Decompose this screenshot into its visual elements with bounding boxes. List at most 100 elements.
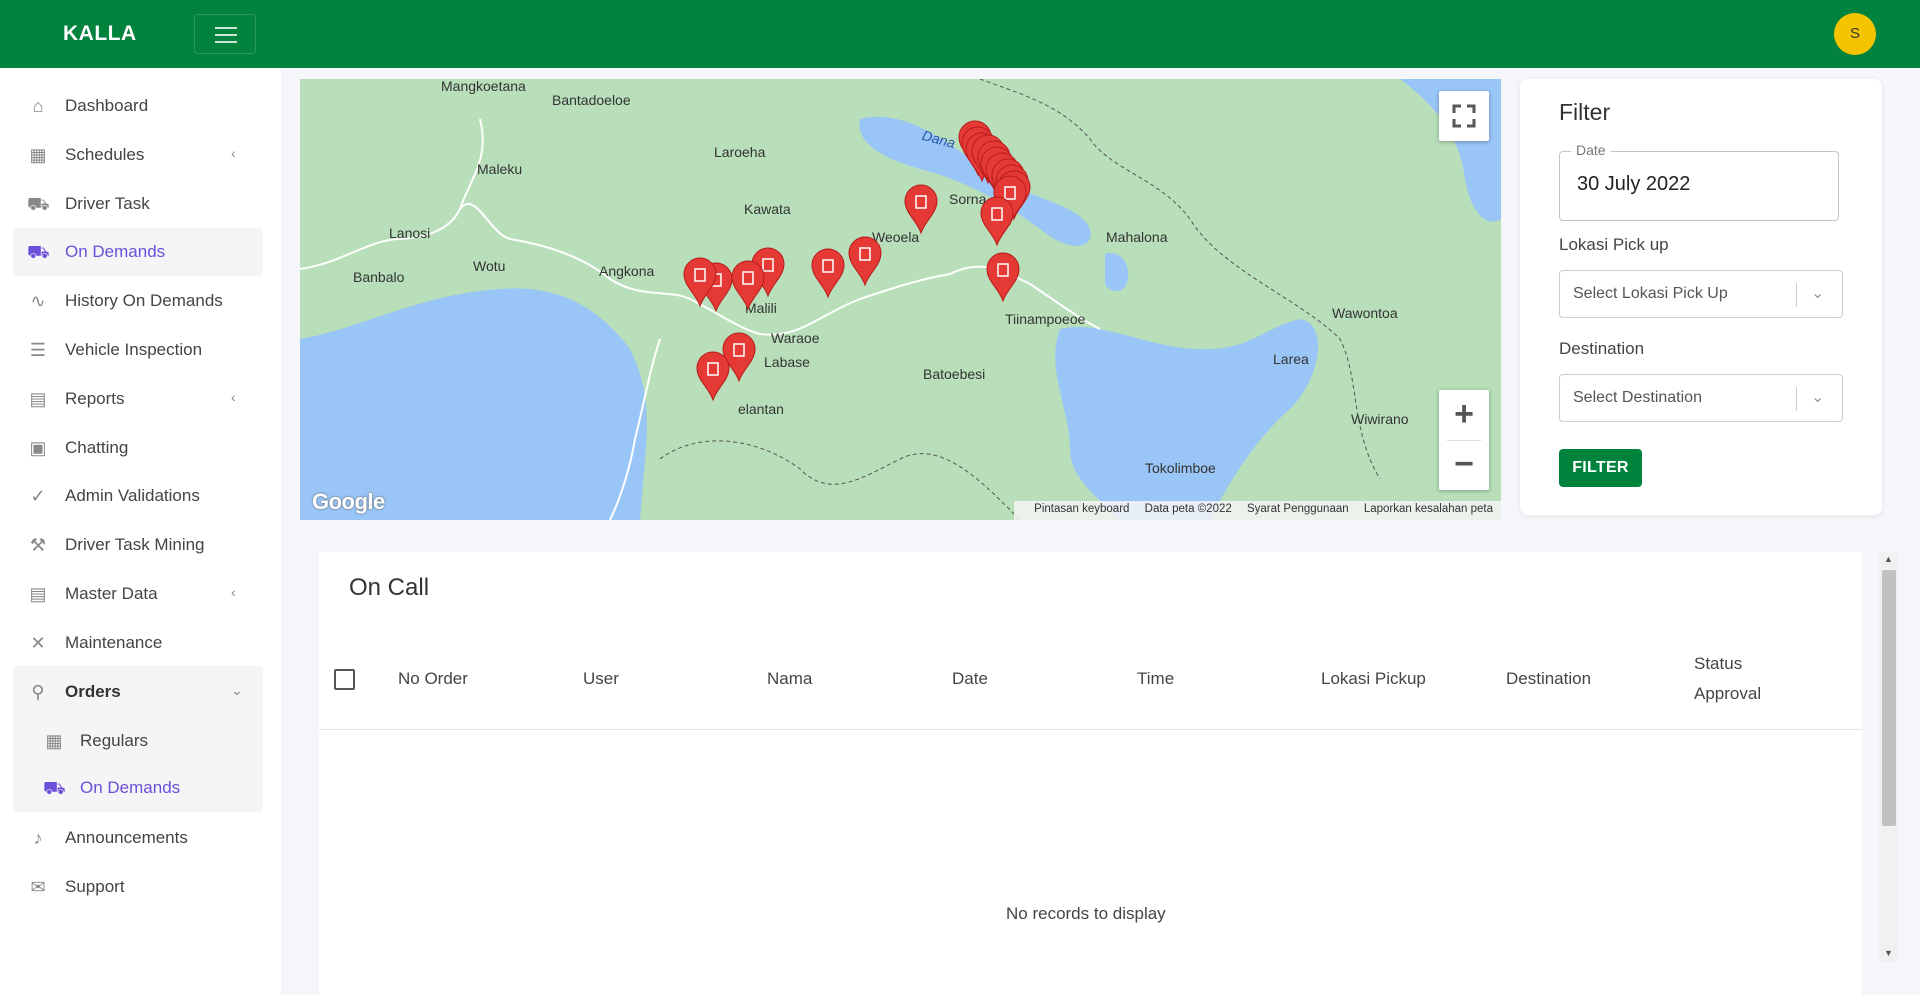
database-icon: ▤ [29, 584, 47, 604]
hammer-icon: ⚒ [29, 535, 47, 555]
destination-placeholder: Select Destination [1573, 389, 1702, 406]
on-call-panel: On Call No Order User Nama Date Time Lok… [319, 552, 1862, 995]
car-icon: ⛟ [43, 778, 66, 798]
sidebar-item-driver-task[interactable]: ⛟ Driver Task [13, 180, 263, 228]
on-call-title: On Call [349, 574, 430, 601]
bell-icon: ♪ [33, 828, 43, 848]
pickup-select[interactable]: Select Lokasi Pick Up ⌄ [1559, 270, 1843, 318]
chart-icon: ∿ [30, 291, 46, 311]
select-divider [1796, 387, 1797, 411]
hamburger-icon-line [215, 41, 237, 43]
sidebar-item-label: Master Data [65, 584, 158, 603]
map-view[interactable]: Mangkoetana Bantadoeloe Laroeha Maleku K… [300, 79, 1501, 520]
top-navbar: KALLA S [0, 0, 1920, 68]
sidebar-item-master-data[interactable]: ▤ Master Data ‹ [13, 570, 263, 618]
sidebar-subitem-regulars[interactable]: ▦ Regulars [13, 717, 263, 765]
sidebar-item-dashboard[interactable]: ⌂ Dashboard [13, 82, 263, 130]
select-all-checkbox[interactable] [334, 669, 355, 690]
destination-select[interactable]: Select Destination ⌄ [1559, 374, 1843, 422]
zoom-in-button[interactable]: + [1439, 390, 1489, 440]
date-value: 30 July 2022 [1577, 173, 1691, 195]
map-marker-icon[interactable] [731, 260, 765, 311]
map-marker-icon[interactable] [980, 196, 1014, 247]
chevron-left-icon: ‹ [231, 584, 236, 600]
zoom-out-button[interactable]: − [1439, 440, 1489, 490]
sidebar-item-label: History On Demands [65, 291, 223, 310]
chevron-down-icon: ⌄ [231, 682, 243, 698]
sidebar-item-vehicle-inspection[interactable]: ☰ Vehicle Inspection [13, 326, 263, 374]
column-header-user[interactable]: User [583, 664, 619, 694]
map-marker-icon[interactable] [696, 351, 730, 402]
sidebar-item-label: Orders [65, 682, 121, 701]
home-icon: ⌂ [32, 96, 44, 116]
sidebar-subitem-on-demands[interactable]: ⛟ On Demands [13, 764, 263, 812]
sidebar-item-label: Driver Task Mining [65, 535, 205, 554]
column-header-status[interactable]: Status [1694, 649, 1742, 679]
car-icon: ⛟ [27, 194, 50, 214]
sidebar-item-on-demands[interactable]: ⛟ On Demands [13, 228, 263, 276]
sidebar-item-label: Vehicle Inspection [65, 340, 203, 359]
sidebar-item-label: Driver Task [65, 194, 150, 213]
sidebar-item-label: Support [65, 877, 125, 896]
column-header-approval[interactable]: Approval [1694, 679, 1761, 709]
scrollbar-thumb[interactable] [1882, 570, 1896, 826]
map-icon: ⚲ [31, 682, 45, 702]
sidebar-item-admin-validations[interactable]: ✓ Admin Validations [13, 472, 263, 520]
sidebar-item-orders[interactable]: ⚲ Orders ⌄ [13, 668, 263, 716]
date-field[interactable]: Date 30 July 2022 [1559, 142, 1839, 221]
column-header-time[interactable]: Time [1137, 664, 1174, 694]
pickup-label: Lokasi Pick up [1559, 235, 1669, 254]
sidebar-item-driver-task-mining[interactable]: ⚒ Driver Task Mining [13, 521, 263, 569]
sidebar-item-label: Admin Validations [65, 486, 200, 505]
scroll-up-icon: ▲ [1884, 554, 1893, 564]
pickup-placeholder: Select Lokasi Pick Up [1573, 285, 1728, 302]
sidebar-item-maintenance[interactable]: ✕ Maintenance [13, 619, 263, 667]
sidebar-item-reports[interactable]: ▤ Reports ‹ [13, 375, 263, 423]
calendar-icon: ▦ [45, 731, 63, 751]
filter-title: Filter [1559, 99, 1611, 125]
map-marker-icon[interactable] [904, 184, 938, 235]
column-header-no-order[interactable]: No Order [398, 664, 468, 694]
map-marker-icon[interactable] [848, 236, 882, 287]
sidebar-item-label: On Demands [80, 778, 181, 797]
calendar-icon: ▦ [29, 145, 47, 165]
car-icon: ⛟ [27, 242, 50, 262]
sidebar-item-label: Maintenance [65, 633, 163, 652]
sidebar-item-schedules[interactable]: ▦ Schedules ‹ [13, 131, 263, 179]
chevron-down-icon: ⌄ [1811, 285, 1825, 302]
chevron-left-icon: ‹ [231, 389, 236, 405]
report-error-link[interactable]: Laporkan kesalahan peta [1364, 503, 1493, 515]
chevron-left-icon: ‹ [231, 145, 236, 161]
envelope-icon: ✉ [30, 877, 46, 897]
column-header-lokasi-pickup[interactable]: Lokasi Pickup [1321, 664, 1426, 694]
column-header-date[interactable]: Date [952, 664, 988, 694]
filter-button[interactable]: FILTER [1559, 449, 1642, 487]
filter-panel: Filter Date 30 July 2022 Lokasi Pick up … [1520, 79, 1882, 515]
sidebar-item-chatting[interactable]: ▣ Chatting [13, 424, 263, 472]
map-marker-icon[interactable] [986, 252, 1020, 303]
terms-link[interactable]: Syarat Penggunaan [1247, 503, 1349, 515]
sidebar-item-support[interactable]: ✉ Support [13, 863, 263, 911]
column-header-nama[interactable]: Nama [767, 664, 812, 694]
sidebar-item-announcements[interactable]: ♪ Announcements [13, 814, 263, 862]
brand-logo[interactable]: KALLA [63, 22, 137, 46]
page-scrollbar[interactable]: ▲ ▼ [1879, 552, 1899, 962]
fullscreen-button[interactable] [1439, 91, 1489, 141]
tools-icon: ✕ [30, 633, 46, 653]
date-label: Date [1571, 142, 1611, 158]
sidebar-item-history-on-demands[interactable]: ∿ History On Demands [13, 277, 263, 325]
select-divider [1796, 283, 1797, 307]
map-marker-icon[interactable] [811, 248, 845, 299]
map-attribution: Pintasan keyboard Data peta ©2022 Syarat… [1014, 501, 1501, 520]
report-icon: ▤ [29, 389, 47, 409]
user-avatar[interactable]: S [1834, 13, 1876, 55]
chevron-down-icon: ⌄ [1811, 389, 1825, 406]
sidebar-item-label: Schedules [65, 145, 145, 164]
sidebar-item-label: Dashboard [65, 96, 149, 115]
sidebar-item-label: Chatting [65, 438, 129, 457]
menu-toggle-button[interactable] [194, 14, 256, 54]
list-icon: ☰ [29, 340, 47, 360]
check-circle-icon: ✓ [30, 486, 46, 506]
keyboard-shortcuts-link[interactable]: Pintasan keyboard [1034, 503, 1129, 515]
column-header-destination[interactable]: Destination [1506, 664, 1591, 694]
